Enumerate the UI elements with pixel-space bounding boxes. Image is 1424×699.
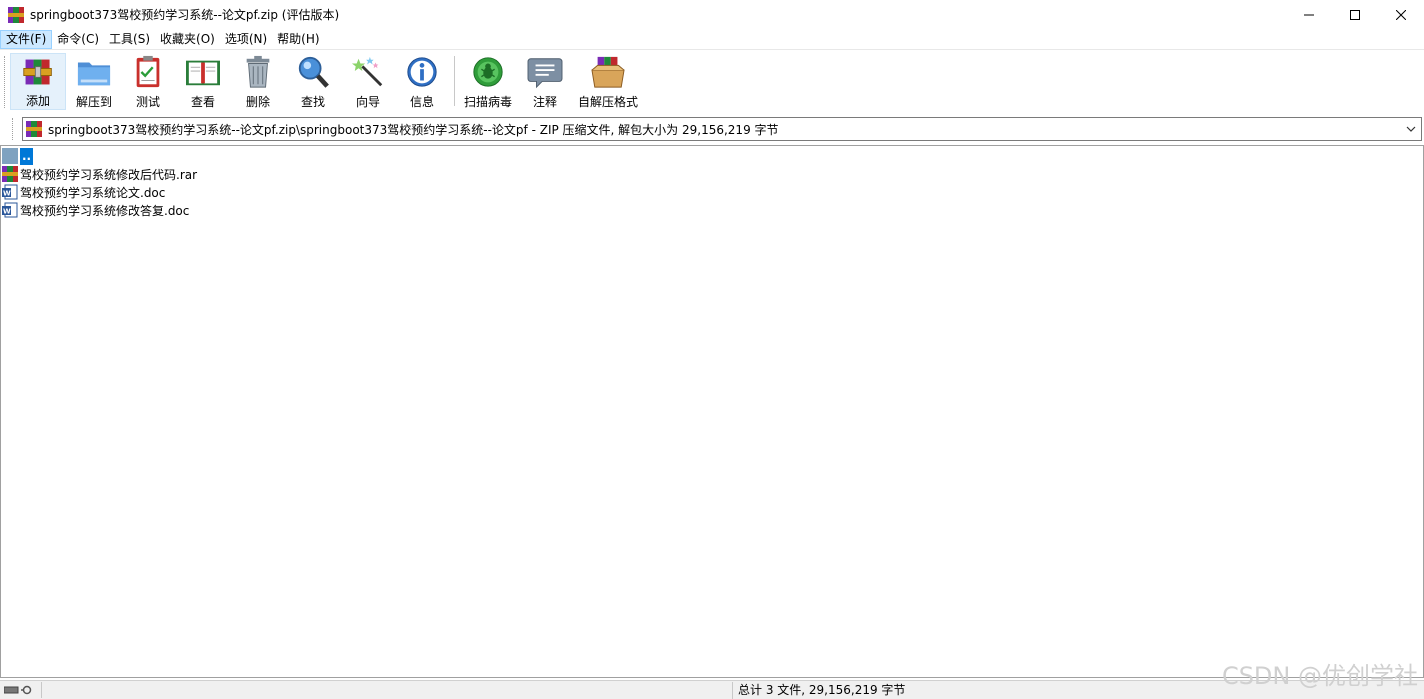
window-title: springboot373驾校预约学习系统--论文pf.zip (评估版本) [30,8,340,22]
file-row[interactable]: 驾校预约学习系统修改后代码.rar [2,165,197,183]
menu-bar: 文件(F) 命令(C) 工具(S) 收藏夹(O) 选项(N) 帮助(H) [0,29,1424,49]
file-name: 驾校预约学习系统修改后代码.rar [20,167,198,182]
address-path: springboot373驾校预约学习系统--论文pf.zip\springbo… [48,122,779,137]
add-archive-icon [23,59,52,85]
parent-folder-label: .. [20,147,34,165]
add-button[interactable]: 添加 [10,53,66,110]
watermark: CSDN @优创学社 [1221,662,1418,690]
find-label: 查找 [300,95,325,109]
address-dropdown-button[interactable] [1403,121,1419,137]
info-label: 信息 [409,95,434,109]
add-label: 添加 [25,94,50,108]
test-button[interactable]: 测试 [122,53,174,110]
status-drive-indicator[interactable] [0,682,42,698]
chevron-down-icon [1406,126,1416,132]
close-icon [1396,9,1406,20]
comment-icon [527,58,563,89]
svg-text:W: W [3,190,11,198]
address-bar[interactable]: springboot373驾校预约学习系统--论文pf.zip\springbo… [22,117,1422,141]
file-row[interactable]: W 驾校预约学习系统论文.doc [2,183,165,201]
file-name: 驾校预约学习系统修改答复.doc [20,203,190,218]
info-icon [407,57,437,87]
scan-virus-button[interactable]: 扫描病毒 [460,53,516,110]
menu-commands[interactable]: 命令(C) [52,30,104,49]
menu-options[interactable]: 选项(N) [220,30,272,49]
extract-to-label: 解压到 [75,95,112,109]
menu-favorites[interactable]: 收藏夹(O) [155,30,220,49]
file-name: 驾校预约学习系统论文.doc [20,185,166,200]
view-button[interactable]: 查看 [176,53,230,110]
extract-folder-icon [77,62,111,86]
status-summary: 总计 3 文件, 29,156,219 字节 [732,682,905,699]
comment-label: 注释 [532,95,557,109]
wizard-wand-icon [351,56,383,87]
word-doc-icon: W [2,202,18,218]
wizard-button[interactable]: 向导 [342,53,394,110]
parent-folder-icon [2,148,18,164]
trash-icon [246,55,270,88]
menu-tools[interactable]: 工具(S) [104,30,155,49]
toolbar-grip[interactable] [4,56,7,108]
wizard-label: 向导 [355,95,380,109]
find-button[interactable]: 查找 [286,53,340,110]
menu-help[interactable]: 帮助(H) [272,30,324,49]
magnifier-icon [298,56,329,88]
info-button[interactable]: 信息 [396,53,448,110]
zip-archive-icon [26,121,42,137]
svg-text:W: W [3,208,11,216]
drive-key-icon [4,685,32,695]
toolbar: 添加 解压到 测试 查看 删除 查找 向导 信息 扫描病毒 注释 自解压格式 [0,49,1424,113]
maximize-icon [1350,9,1360,20]
minimize-icon [1304,14,1314,15]
status-bar: 总计 3 文件, 29,156,219 字节 [0,680,1424,699]
window-controls [1286,0,1424,29]
word-doc-icon: W [2,184,18,200]
view-label: 查看 [190,95,215,109]
sfx-label: 自解压格式 [577,95,638,109]
file-list[interactable]: .. 驾校预约学习系统修改后代码.rar W 驾校预约学习系统论文.doc W … [0,145,1424,678]
address-grip[interactable] [12,118,15,140]
rar-file-icon [2,166,18,182]
menu-file[interactable]: 文件(F) [0,29,53,49]
sfx-button[interactable]: 自解压格式 [574,53,642,110]
extract-to-button[interactable]: 解压到 [66,53,122,110]
minimize-button[interactable] [1286,0,1332,29]
comment-button[interactable]: 注释 [520,53,570,110]
test-label: 测试 [135,95,160,109]
view-book-icon [186,60,220,86]
toolbar-separator [454,56,455,106]
winrar-app-icon [8,6,24,23]
test-clipboard-icon [136,55,160,88]
virus-scan-icon [473,57,503,87]
sfx-box-icon [591,56,625,88]
file-row[interactable]: W 驾校预约学习系统修改答复.doc [2,201,189,219]
close-button[interactable] [1378,0,1424,29]
title-bar: springboot373驾校预约学习系统--论文pf.zip (评估版本) [0,0,1424,29]
delete-label: 删除 [245,95,270,109]
parent-folder-row[interactable]: .. [2,147,34,165]
maximize-button[interactable] [1332,0,1378,29]
delete-button[interactable]: 删除 [232,53,284,110]
scan-virus-label: 扫描病毒 [463,95,512,109]
